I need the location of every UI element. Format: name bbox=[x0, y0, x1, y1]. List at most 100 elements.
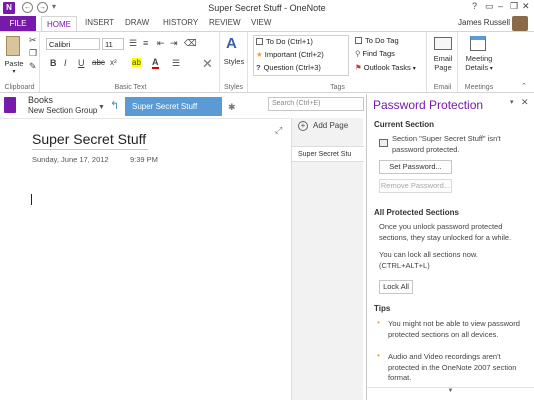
text-cursor bbox=[31, 194, 32, 205]
font-color-button[interactable]: A bbox=[152, 58, 159, 69]
tab-insert[interactable]: INSERT bbox=[85, 18, 114, 27]
todo-tag-label: To Do Tag bbox=[365, 36, 399, 45]
pane-options-icon[interactable]: ▾ bbox=[510, 98, 514, 106]
highlight-button[interactable]: ab bbox=[132, 58, 141, 67]
user-name[interactable]: James Russell bbox=[458, 18, 510, 27]
outlook-tasks-label: Outlook Tasks bbox=[363, 63, 411, 72]
page-list: + Add Page Super Secret Stu bbox=[291, 118, 364, 400]
tips-heading: Tips bbox=[374, 304, 391, 313]
lock-all-button[interactable]: Lock All bbox=[379, 280, 413, 294]
flag-icon: ⚑ bbox=[355, 63, 362, 72]
notebook-name[interactable]: Books bbox=[28, 95, 53, 105]
copy-icon[interactable]: ❐ bbox=[29, 48, 37, 59]
tab-draw[interactable]: DRAW bbox=[125, 18, 149, 27]
ribbon-tab-row: FILE HOME INSERT DRAW HISTORY REVIEW VIE… bbox=[0, 16, 534, 31]
pane-scroll-down-icon[interactable]: ▼ bbox=[367, 387, 534, 397]
pane-title: Password Protection bbox=[373, 98, 484, 112]
italic-button[interactable]: I bbox=[64, 58, 67, 68]
meeting-line1: Meeting bbox=[465, 54, 493, 63]
clipboard-group: Paste ▾ ✂ ❐ ✎ Clipboard bbox=[0, 32, 40, 92]
numbering-icon[interactable]: ≡ bbox=[143, 38, 148, 48]
page-title[interactable]: Super Secret Stuff bbox=[32, 131, 148, 150]
section-status-text: Section "Super Secret Stuff" isn't passw… bbox=[392, 134, 501, 154]
styles-group: A Styles Styles bbox=[220, 32, 248, 92]
paste-icon bbox=[6, 36, 20, 56]
decrease-indent-icon[interactable]: ⇤ bbox=[157, 38, 165, 49]
find-tags-button[interactable]: ⚲ Find Tags bbox=[355, 49, 395, 58]
add-section-icon[interactable]: ✱ bbox=[228, 102, 236, 113]
tip-2-text: Audio and Video recordings aren't protec… bbox=[388, 352, 517, 382]
calendar-icon bbox=[470, 36, 486, 51]
align-icon[interactable]: ☰ bbox=[172, 58, 180, 69]
tag-important-label: Important (Ctrl+2) bbox=[264, 50, 324, 59]
bold-button[interactable]: B bbox=[50, 58, 57, 68]
email-page-button[interactable]: Email Page bbox=[428, 54, 458, 72]
avatar[interactable] bbox=[512, 16, 528, 31]
add-page-label: Add Page bbox=[313, 121, 349, 130]
search-input[interactable]: Search (Ctrl+E) bbox=[268, 97, 364, 111]
email-group-label: Email bbox=[433, 84, 452, 91]
cut-icon[interactable]: ✂ bbox=[29, 35, 37, 46]
minimize-button[interactable]: – bbox=[498, 1, 503, 11]
tag-question[interactable]: ? Question (Ctrl+3) bbox=[256, 63, 321, 72]
tab-home[interactable]: HOME bbox=[41, 16, 77, 31]
chevron-down-icon: ▾ bbox=[412, 66, 416, 72]
bullets-icon[interactable]: ☰ bbox=[129, 38, 137, 49]
current-section-heading: Current Section bbox=[374, 120, 435, 129]
font-name-combo[interactable]: Calibri bbox=[46, 38, 100, 50]
subscript-button[interactable]: x² bbox=[110, 58, 117, 67]
notebook-icon bbox=[4, 97, 16, 113]
tab-view[interactable]: VIEW bbox=[251, 18, 271, 27]
tab-review[interactable]: REVIEW bbox=[209, 18, 241, 27]
increase-indent-icon[interactable]: ⇥ bbox=[170, 38, 178, 49]
ribbon-display-button[interactable]: ▭ bbox=[485, 1, 494, 12]
tags-group: To Do (Ctrl+1) ★ Important (Ctrl+2) ? Ques… bbox=[249, 32, 427, 92]
page-canvas[interactable]: Super Secret Stuff Sunday, June 17, 2012… bbox=[0, 118, 290, 400]
tag-todo[interactable]: To Do (Ctrl+1) bbox=[256, 37, 313, 46]
basic-text-group: Calibri 11 ☰ ≡ ⇤ ⇥ ⌫ B I U abc x² ab A ☰… bbox=[42, 32, 220, 92]
styles-icon: A bbox=[226, 35, 237, 52]
font-size-combo[interactable]: 11 bbox=[102, 38, 124, 50]
back-button[interactable]: ← bbox=[22, 2, 33, 13]
customize-qat-button[interactable]: ▾ bbox=[52, 2, 56, 11]
paste-dropdown-icon[interactable]: ▾ bbox=[11, 68, 17, 75]
collapse-ribbon-icon[interactable]: ⌃ bbox=[521, 82, 527, 90]
add-page-button[interactable]: + Add Page bbox=[292, 118, 364, 134]
ribbon: Paste ▾ ✂ ❐ ✎ Clipboard Calibri 11 ☰ ≡ ⇤… bbox=[0, 31, 534, 93]
section-tab-super-secret-stuff[interactable]: Super Secret Stuff bbox=[125, 97, 222, 116]
search-icon: ⚲ bbox=[355, 49, 361, 58]
meeting-details-button[interactable]: Meeting Details ▾ bbox=[459, 54, 499, 74]
section-group-name[interactable]: New Section Group bbox=[28, 106, 97, 115]
strikethrough-button[interactable]: abc bbox=[92, 58, 105, 67]
underline-button[interactable]: U bbox=[78, 58, 85, 68]
unlock-info-text: Once you unlock password protected secti… bbox=[379, 222, 512, 242]
tab-history[interactable]: HISTORY bbox=[163, 18, 198, 27]
styles-group-label: Styles bbox=[223, 84, 244, 91]
restore-button[interactable]: ❐ bbox=[510, 1, 518, 12]
close-button[interactable]: ✕ bbox=[522, 1, 530, 12]
format-painter-icon[interactable]: ✎ bbox=[29, 61, 37, 72]
styles-button[interactable]: Styles bbox=[220, 57, 248, 66]
set-password-button[interactable]: Set Password... bbox=[379, 160, 452, 174]
chevron-down-icon: ▾ bbox=[488, 66, 493, 72]
tags-group-label: Tags bbox=[330, 84, 345, 91]
bullet-icon: • bbox=[377, 351, 380, 360]
basic-text-group-label: Basic Text bbox=[114, 84, 147, 91]
outlook-tasks-button[interactable]: ⚑ Outlook Tasks ▾ bbox=[355, 63, 416, 72]
forward-button[interactable]: → bbox=[37, 2, 48, 13]
todo-tag-button[interactable]: To Do Tag bbox=[355, 36, 399, 45]
tag-important[interactable]: ★ Important (Ctrl+2) bbox=[256, 50, 324, 59]
delete-icon[interactable]: ✕ bbox=[202, 56, 213, 72]
expand-icon[interactable]: ⤢ bbox=[275, 125, 282, 136]
pane-close-icon[interactable]: ✕ bbox=[521, 97, 529, 108]
clear-formatting-icon[interactable]: ⌫ bbox=[184, 38, 197, 49]
help-button[interactable]: ? bbox=[472, 1, 477, 11]
tab-file[interactable]: FILE bbox=[0, 16, 36, 31]
page-list-item[interactable]: Super Secret Stu bbox=[292, 146, 364, 162]
email-group: Email Page Email bbox=[428, 32, 458, 92]
chevron-down-icon[interactable]: ▼ bbox=[98, 104, 105, 111]
bullet-icon: • bbox=[377, 318, 380, 327]
paste-button[interactable]: Paste bbox=[2, 59, 26, 68]
navigate-up-icon[interactable]: ↰ bbox=[110, 99, 119, 112]
onenote-logo-icon: N bbox=[3, 2, 15, 14]
